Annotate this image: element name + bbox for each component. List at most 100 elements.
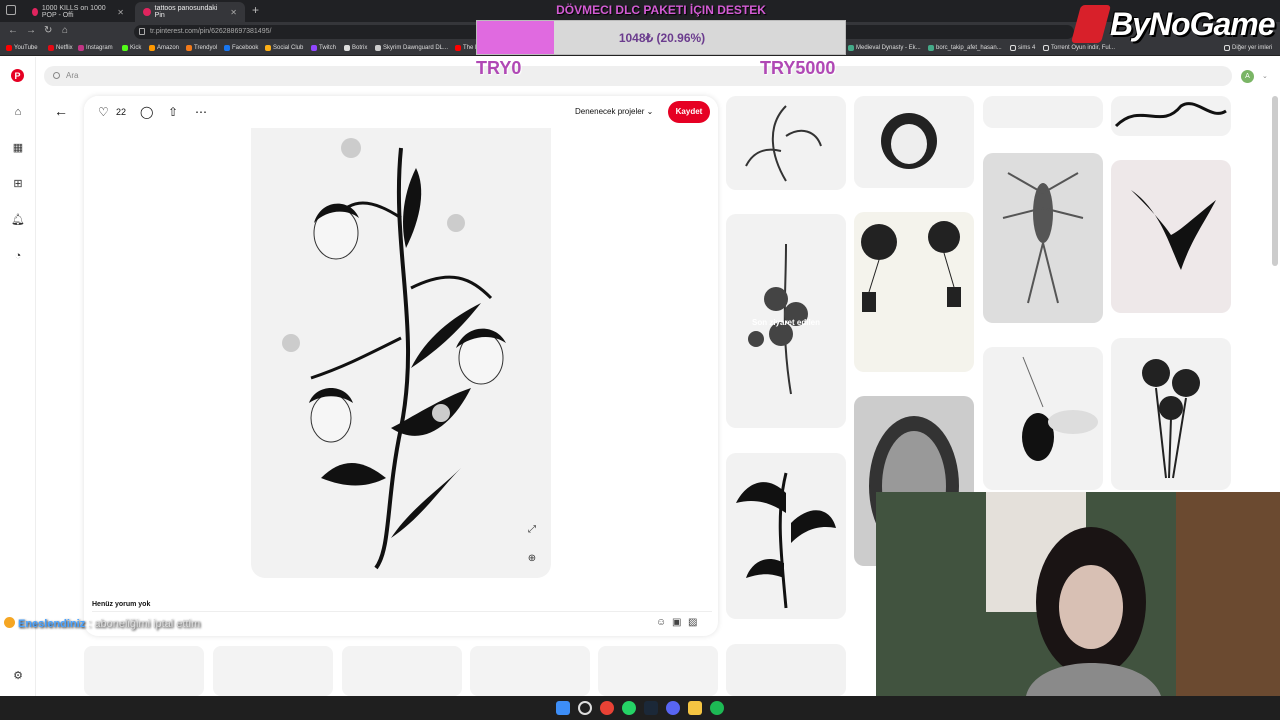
donation-min-label: TRY0: [476, 58, 522, 78]
bookmark-botrix[interactable]: Botrix: [344, 45, 367, 51]
youtube-favicon-icon: [32, 8, 38, 16]
search-icon: [53, 72, 60, 79]
create-icon[interactable]: ⊞: [11, 177, 25, 191]
amazon-icon: [149, 45, 155, 51]
pin-thumbnail[interactable]: [342, 646, 462, 696]
folder-icon: [1043, 45, 1049, 51]
avatar[interactable]: A: [1241, 70, 1254, 83]
reload-icon[interactable]: ↻: [44, 25, 52, 36]
bookmark-medieval-dynasty[interactable]: Medieval Dynasty - Ek...: [848, 45, 921, 51]
sticker-icon[interactable]: ▣: [672, 617, 681, 628]
twitch-icon: [311, 45, 317, 51]
pinterest-logo-icon[interactable]: P: [11, 69, 24, 82]
bookmark-skyrim[interactable]: Skyrim Dawnguard DL...: [375, 45, 448, 51]
steam-icon[interactable]: [644, 701, 658, 715]
back-icon[interactable]: ←: [8, 25, 18, 36]
no-comments-label: Henüz yorum yok: [92, 601, 151, 608]
kick-icon: [122, 45, 128, 51]
chevron-down-icon[interactable]: ⌄: [1262, 72, 1268, 80]
vine-image: [1114, 102, 1227, 128]
netflix-icon: [48, 45, 54, 51]
start-icon[interactable]: [556, 701, 570, 715]
pin-image[interactable]: ⤢ ⊕: [251, 128, 551, 578]
social-club-icon: [265, 45, 271, 51]
pin-card[interactable]: [1111, 96, 1231, 136]
bookmark-borc-takip[interactable]: borc_takip_afet_hasan...: [928, 45, 1002, 51]
chrome-icon[interactable]: [600, 701, 614, 715]
back-arrow-icon[interactable]: ←: [54, 103, 68, 119]
visual-search-icon[interactable]: ⊕: [525, 552, 539, 566]
expand-icon[interactable]: ⤢: [525, 523, 539, 537]
pin-thumbnail[interactable]: [84, 646, 204, 696]
board-select-dropdown[interactable]: Denenecek projeler ⌄: [575, 107, 653, 116]
pin-card[interactable]: [983, 96, 1103, 128]
pin-thumbnail[interactable]: [598, 646, 718, 696]
save-button[interactable]: Kaydet: [668, 101, 710, 123]
search-input[interactable]: Ara: [44, 66, 1232, 86]
stream-chat-message: Eneslendiniz: aboneliğimi iptal ettim: [4, 617, 200, 630]
facebook-icon: [224, 45, 230, 51]
new-tab-button[interactable]: +: [252, 3, 259, 17]
messages-icon[interactable]: ◔: [11, 249, 25, 263]
pin-card[interactable]: [983, 347, 1103, 490]
image-icon[interactable]: ▨: [688, 617, 697, 628]
settings-gear-icon[interactable]: ⚙: [11, 669, 25, 683]
tab-overview-icon[interactable]: [6, 5, 16, 15]
pin-detail-panel: ♡ 22 ◯ ⇧ ⋯ Denenecek projeler ⌄ Kaydet ⤢…: [84, 96, 718, 636]
bookmark-twitch[interactable]: Twitch: [311, 45, 336, 51]
explore-icon[interactable]: ▦: [11, 141, 25, 155]
pin-card[interactable]: [726, 96, 846, 190]
pin-header: ♡ 22 ◯ ⇧ ⋯ Denenecek projeler ⌄ Kaydet: [84, 96, 718, 128]
bookmark-social-club[interactable]: Social Club: [265, 45, 303, 51]
spider-moth-image: [1022, 356, 1098, 461]
pin-card[interactable]: [1111, 338, 1231, 490]
donation-progress-text: 1048₺ (20.96%): [618, 31, 706, 45]
close-tab-icon[interactable]: ✕: [117, 8, 124, 17]
whatsapp-icon[interactable]: [622, 701, 636, 715]
brand-logo: ByNoGame: [1070, 2, 1275, 46]
emoji-icon[interactable]: ☺: [656, 617, 666, 628]
close-tab-icon[interactable]: ✕: [230, 8, 237, 17]
more-options-icon[interactable]: ⋯: [195, 105, 207, 119]
youtube-icon: [6, 45, 12, 51]
bookmark-youtube[interactable]: YouTube: [6, 45, 38, 51]
pin-card[interactable]: [854, 212, 974, 372]
bookmark-sims4[interactable]: sims 4: [1010, 45, 1035, 51]
discord-icon[interactable]: [666, 701, 680, 715]
comment-icon[interactable]: ◯: [140, 105, 153, 119]
pin-card[interactable]: [726, 453, 846, 619]
tab-youtube[interactable]: 1000 KILLS on 1000 POP - Offi ✕: [24, 2, 132, 22]
trendyol-icon: [186, 45, 192, 51]
pin-thumbnail[interactable]: [213, 646, 333, 696]
lily-image: [736, 472, 836, 609]
bookmark-amazon[interactable]: Amazon: [149, 45, 179, 51]
pin-card[interactable]: [726, 644, 846, 696]
pin-thumbnail[interactable]: [470, 646, 590, 696]
pin-card[interactable]: [983, 153, 1103, 323]
winged-creature-image: [1131, 190, 1216, 270]
bookmark-kick[interactable]: Kick: [122, 45, 141, 51]
pin-card[interactable]: [1111, 160, 1231, 313]
home-icon[interactable]: ⌂: [11, 105, 25, 119]
file-explorer-icon[interactable]: [688, 701, 702, 715]
share-icon[interactable]: ⇧: [168, 105, 178, 119]
tab-pinterest[interactable]: tattoos panosundaki Pin ✕: [135, 2, 245, 22]
bookmark-instagram[interactable]: Instagram: [78, 45, 113, 51]
chat-text: : aboneliğimi iptal ettim: [88, 618, 201, 630]
search-icon[interactable]: [578, 701, 592, 715]
home-icon[interactable]: ⌂: [62, 25, 68, 36]
heart-icon[interactable]: ♡: [98, 105, 109, 119]
spotify-icon[interactable]: [710, 701, 724, 715]
brand-logo-icon: [1070, 5, 1112, 43]
pin-card-recent[interactable]: Son ziyaret edilen: [726, 214, 846, 428]
donation-max-label: TRY5000: [760, 58, 836, 78]
pin-card[interactable]: [854, 96, 974, 188]
bookmark-trendyol[interactable]: Trendyol: [186, 45, 217, 51]
sheet-icon: [928, 45, 934, 51]
bookmark-netflix[interactable]: Netflix: [48, 45, 73, 51]
scrollbar-thumb[interactable]: [1272, 96, 1278, 266]
cherub-image: [881, 113, 937, 169]
bookmark-facebook[interactable]: Facebook: [224, 45, 258, 51]
forward-icon[interactable]: →: [26, 25, 36, 36]
notifications-bell-icon[interactable]: 🔔︎: [11, 213, 25, 227]
